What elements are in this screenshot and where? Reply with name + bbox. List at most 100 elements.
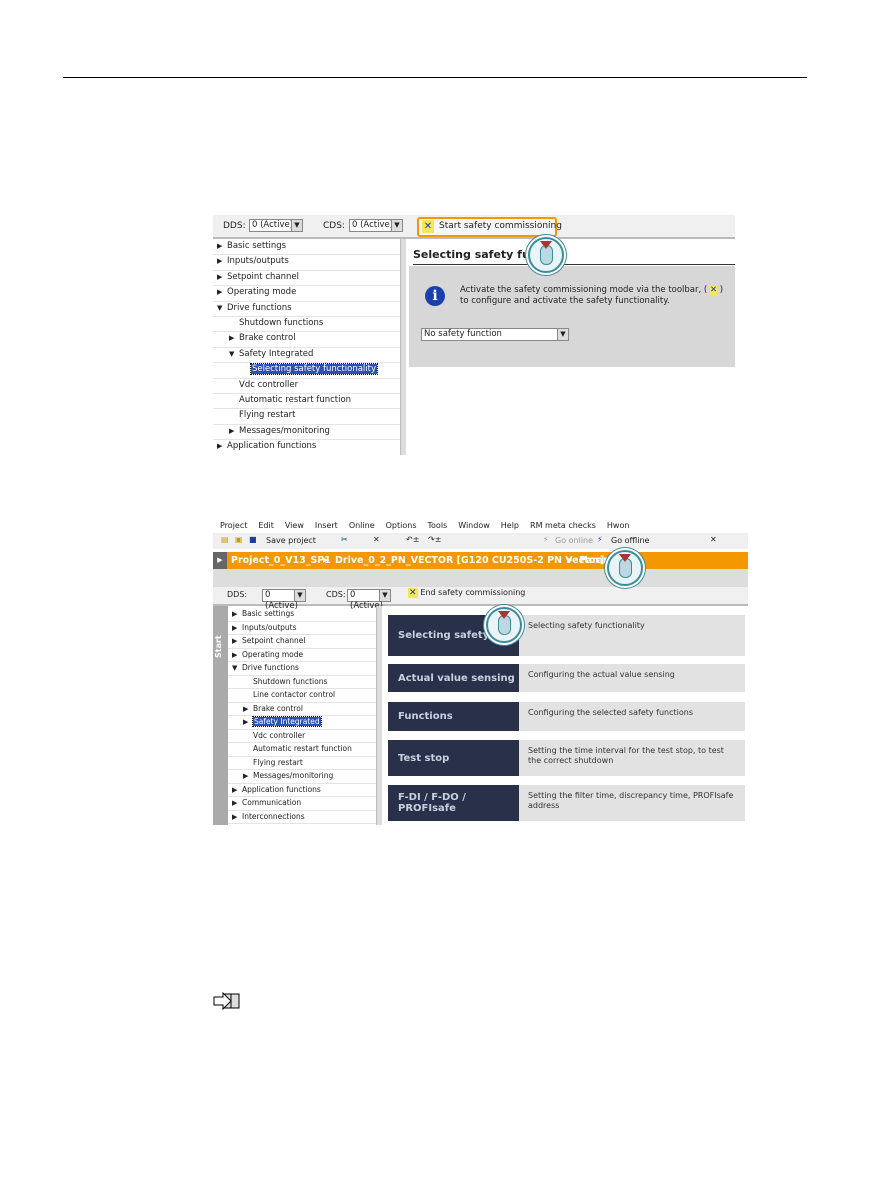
caret-down-icon[interactable]: ▼ [217, 301, 227, 316]
tree-item[interactable]: Flying restart [213, 408, 400, 425]
caret-right-icon[interactable]: ▶ [243, 716, 253, 730]
tree-item[interactable]: ▼ Drive functions [228, 661, 376, 676]
card-button[interactable]: Test stop [388, 740, 519, 776]
menu-item[interactable]: Insert [315, 521, 338, 530]
save-icon[interactable]: ■ [249, 535, 257, 544]
caret-right-icon[interactable]: ▶ [229, 424, 239, 439]
expand-icon[interactable]: ▶ [213, 552, 227, 569]
go-offline-button[interactable]: Go offline [611, 536, 649, 545]
tree-item-label: Drive functions [227, 302, 292, 313]
manual-reference-icon [213, 991, 241, 1011]
save-project-button[interactable]: Save project [266, 536, 316, 545]
delete-icon[interactable]: ✕ [373, 535, 380, 544]
tree-item[interactable]: ▶ Brake control [228, 702, 376, 717]
tree-item[interactable]: ▶ Application functions [213, 439, 400, 455]
menu-item[interactable]: Project [220, 521, 247, 530]
tree-item[interactable]: Selecting safety functionality [213, 362, 400, 379]
card-button[interactable]: F-DI / F-DO / PROFIsafe [388, 785, 519, 821]
safety-function-dropdown[interactable]: No safety function ▼ [421, 328, 569, 341]
menu-item[interactable]: Help [501, 521, 519, 530]
new-project-icon[interactable]: ▤ [221, 535, 229, 544]
card-button[interactable]: Actual value sensing [388, 664, 519, 692]
start-tab[interactable]: Start [213, 606, 228, 825]
caret-down-icon[interactable]: ▼ [232, 662, 242, 676]
menu-item[interactable]: Tools [428, 521, 448, 530]
caret-down-icon[interactable]: ▼ [229, 347, 239, 362]
dds-select[interactable]: 0 (Active) ▼ [249, 219, 303, 232]
tree-item[interactable]: ▶ Inputs/outputs [213, 254, 400, 271]
cds-value: 0 (Active) [352, 220, 394, 230]
tree-item[interactable]: ▼ Drive functions [213, 301, 400, 317]
cds-select[interactable]: 0 (Active) ▼ [347, 589, 391, 611]
tree-item[interactable]: Line contactor control [228, 688, 376, 703]
tree-item[interactable]: ▶ Interconnections [228, 810, 376, 825]
splitter[interactable] [400, 239, 406, 455]
caret-right-icon[interactable]: ▶ [232, 797, 242, 811]
screenshot-start-commissioning: DDS: 0 (Active) ▼ CDS: 0 (Active) ▼ ✕ Star… [213, 215, 735, 455]
splitter[interactable] [376, 606, 382, 825]
card-button[interactable]: Functions [388, 702, 519, 731]
caret-right-icon[interactable]: ▶ [217, 239, 227, 254]
end-button-label: End safety commissioning [420, 588, 526, 597]
tree-item[interactable]: ▶ Operating mode [228, 648, 376, 663]
caret-right-icon[interactable]: ▶ [232, 811, 242, 825]
breadcrumb: ▶ Project_0_V13_SP1 ▶ Drive_0_2_PN_VECTO… [213, 552, 748, 569]
caret-right-icon[interactable]: ▶ [229, 331, 239, 346]
dds-select[interactable]: 0 (Active) ▼ [262, 589, 306, 611]
caret-right-icon[interactable]: ▶ [217, 270, 227, 285]
caret-right-icon[interactable]: ▶ [232, 649, 242, 663]
cut-icon[interactable]: ✂ [341, 535, 348, 544]
tree-item[interactable]: ▶ Operating mode [213, 285, 400, 302]
caret-right-icon[interactable]: ▶ [232, 608, 242, 622]
tree-item[interactable]: Vdc controller [228, 729, 376, 743]
caret-right-icon[interactable]: ▶ [232, 635, 242, 649]
tree-item[interactable]: ▶ Brake control [213, 331, 400, 348]
tree-item[interactable]: ▶ Communication [228, 796, 376, 811]
caret-right-icon[interactable]: ▶ [243, 703, 253, 717]
mouse-click-icon [607, 550, 643, 586]
go-online-button[interactable]: Go online [555, 536, 593, 545]
tree-item[interactable]: Shutdown functions [228, 675, 376, 689]
tree-item[interactable]: Shutdown functions [213, 316, 400, 333]
tree-item[interactable]: ▶ Setpoint channel [213, 270, 400, 287]
menu-item[interactable]: Edit [258, 521, 274, 530]
spacer-bar [213, 569, 748, 587]
menu-item[interactable]: Options [386, 521, 417, 530]
end-safety-commissioning-button[interactable]: ✕ End safety commissioning [408, 588, 525, 602]
menu-item[interactable]: View [285, 521, 304, 530]
caret-right-icon[interactable]: ▶ [232, 784, 242, 798]
breadcrumb-drive[interactable]: Drive_0_2_PN_VECTOR [G120 CU250S-2 PN Ve… [335, 552, 604, 569]
close-icon[interactable]: ✕ [710, 535, 717, 544]
tree-item-label: Setpoint channel [242, 636, 306, 645]
start-safety-commissioning-button[interactable]: ✕ Start safety commissioning [417, 217, 562, 237]
menu-item[interactable]: Online [349, 521, 375, 530]
menu-item[interactable]: Window [458, 521, 490, 530]
tree-item[interactable]: Automatic restart function [228, 742, 376, 757]
breadcrumb-project[interactable]: Project_0_V13_SP1 [231, 552, 331, 569]
tree-item[interactable]: ▶ Basic settings [213, 239, 400, 256]
menu-item[interactable]: Hwon [607, 521, 630, 530]
tree-item[interactable]: ▼ Safety Integrated [213, 347, 400, 364]
undo-icon[interactable]: ↶± [406, 535, 419, 544]
tree-item[interactable]: ▶ Setpoint channel [228, 634, 376, 649]
tree-item[interactable]: Automatic restart function [213, 393, 400, 410]
tree-item[interactable]: ▶ Inputs/outputs [228, 621, 376, 636]
caret-right-icon[interactable]: ▶ [232, 622, 242, 636]
open-project-icon[interactable]: ▣ [235, 535, 243, 544]
tree-item[interactable]: Vdc controller [213, 378, 400, 394]
tree-item[interactable]: ▶ Messages/monitoring [228, 769, 376, 784]
redo-icon[interactable]: ↷± [428, 535, 441, 544]
tree-item[interactable]: ▶ Messages/monitoring [213, 424, 400, 441]
tree-item[interactable]: ▶ Application functions [228, 783, 376, 798]
caret-right-icon[interactable]: ▶ [243, 770, 253, 784]
tree-item[interactable]: ▶ Safety Integrated [228, 715, 376, 730]
tree-item[interactable]: ▶ Basic settings [228, 607, 376, 622]
tree-item[interactable]: Flying restart [228, 756, 376, 770]
cds-select[interactable]: 0 (Active) ▼ [349, 219, 403, 232]
dds-label: DDS: [227, 590, 248, 599]
caret-right-icon[interactable]: ▶ [217, 439, 227, 454]
caret-right-icon[interactable]: ▶ [217, 285, 227, 300]
navigation-tree: ▶ Basic settings ▶ Inputs/outputs ▶ Setpoint … [213, 239, 400, 455]
menu-item[interactable]: RM meta checks [530, 521, 596, 530]
caret-right-icon[interactable]: ▶ [217, 254, 227, 269]
